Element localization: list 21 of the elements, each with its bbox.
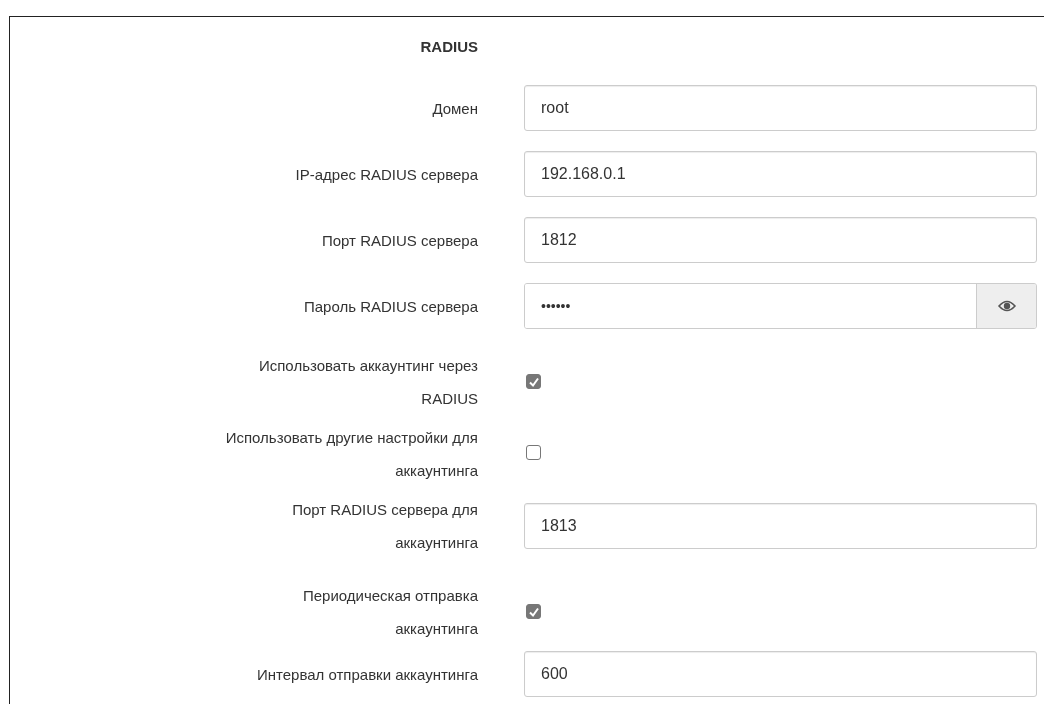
- show-password-button[interactable]: [976, 284, 1036, 328]
- text-field[interactable]: 192.168.0.1: [524, 151, 1037, 197]
- text-field[interactable]: 600: [524, 651, 1037, 697]
- field-label: Пароль RADIUS сервера: [303, 296, 478, 317]
- field-label: IP-адрес RADIUS сервера: [295, 164, 478, 185]
- field-label: Использовать другие настройки для аккаунтинга: [225, 428, 478, 481]
- field-label: Интервал отправки аккаунтинга: [256, 664, 478, 685]
- field-label: Домен: [432, 98, 478, 119]
- checkbox[interactable]: [526, 445, 541, 460]
- field-label: Порт RADIUS сервера: [321, 230, 478, 251]
- checkbox[interactable]: [526, 604, 541, 619]
- text-field[interactable]: 1812: [524, 217, 1037, 263]
- password-field[interactable]: ••••••: [524, 283, 1037, 329]
- section-title: RADIUS: [420, 37, 478, 55]
- checkbox[interactable]: [526, 374, 541, 389]
- text-field[interactable]: root: [524, 85, 1037, 131]
- eye-icon: [997, 300, 1016, 312]
- field-label: Периодическая отправка аккаунтинга: [302, 586, 478, 639]
- field-label: Порт RADIUS сервера для аккаунтинга: [292, 500, 478, 553]
- field-label: Использовать аккаунтинг через RADIUS: [258, 356, 478, 409]
- text-field[interactable]: 1813: [524, 503, 1037, 549]
